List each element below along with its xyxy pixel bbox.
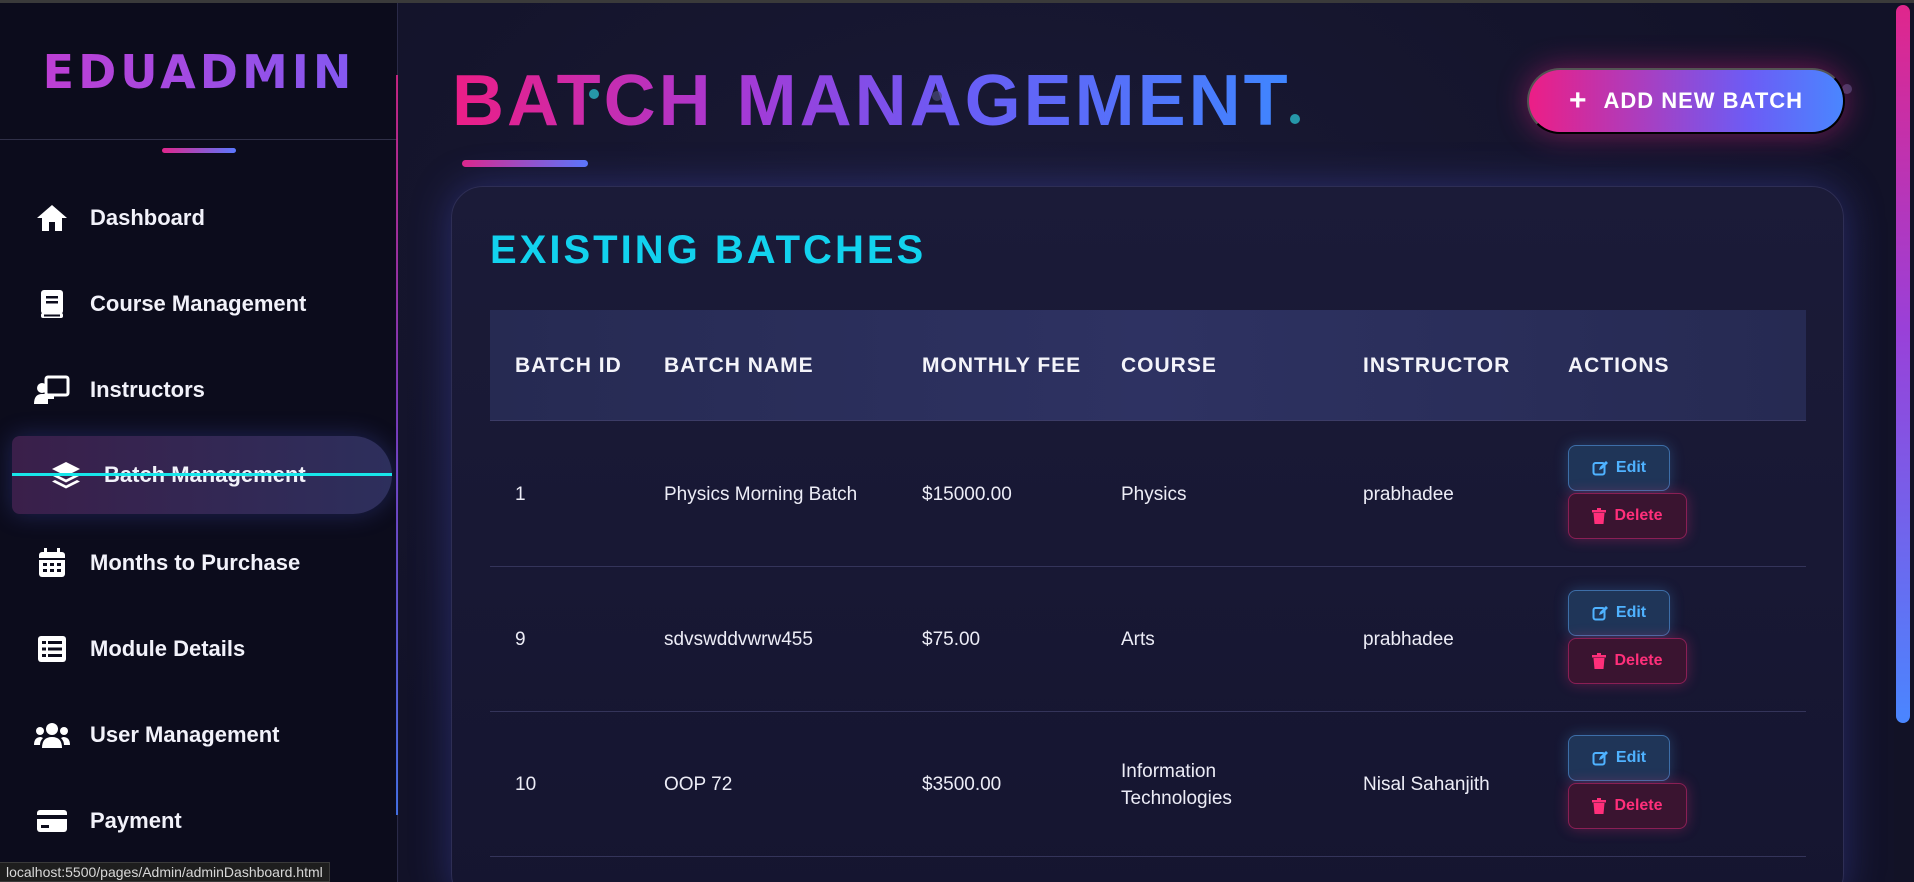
sidebar-item-payment[interactable]: Payment [12, 782, 392, 860]
sidebar-item-label: User Management [90, 722, 280, 747]
column-header-actions: ACTIONS [1568, 353, 1670, 377]
cell-instructor: prabhadee [1363, 629, 1454, 650]
chalkboard-teacher-icon [34, 372, 70, 408]
cell-instructor: prabhadee [1363, 484, 1454, 505]
cell-instructor: Nisal Sahanjith [1363, 774, 1490, 795]
sidebar-item-label: Module Details [90, 636, 246, 661]
trash-icon [1592, 508, 1607, 524]
list-table-icon [34, 631, 70, 667]
edit-icon [1592, 751, 1608, 766]
edit-button[interactable]: Edit [1568, 590, 1670, 636]
edit-button[interactable]: Edit [1568, 445, 1670, 491]
status-bar-url: localhost:5500/pages/Admin/adminDashboar… [0, 862, 330, 882]
scrollbar-thumb[interactable] [1896, 5, 1910, 723]
cell-course: Information Technologies [1121, 760, 1232, 809]
cell-batch-name: OOP 72 [664, 774, 733, 795]
column-header-instructor: INSTRUCTOR [1363, 353, 1511, 377]
column-header-monthly-fee: MONTHLY FEE [922, 353, 1082, 377]
calendar-icon [34, 545, 70, 581]
brand-underline [162, 148, 236, 153]
table-row: 9 sdvswddvwrw455 $75.00 Arts prabhadee E… [490, 567, 1806, 712]
credit-card-icon [34, 803, 70, 839]
edit-label: Edit [1615, 459, 1647, 476]
users-icon [34, 717, 70, 753]
decorative-dot [589, 89, 599, 99]
cell-monthly-fee: $15000.00 [922, 484, 1012, 505]
sidebar-item-instructors[interactable]: Instructors [12, 351, 392, 429]
decorative-dot [1290, 114, 1300, 124]
column-header-batch-name: BATCH NAME [664, 353, 814, 377]
edit-icon [1592, 461, 1608, 476]
book-icon [34, 286, 70, 322]
cell-monthly-fee: $3500.00 [922, 774, 1002, 795]
cell-batch-id: 9 [515, 629, 526, 650]
title-underline [462, 160, 588, 167]
brand-divider [0, 139, 398, 140]
cell-batch-id: 10 [515, 774, 537, 795]
table-header: BATCH ID BATCH NAME MONTHLY FEE COURSE I… [490, 310, 1806, 421]
cell-course: Arts [1121, 629, 1155, 650]
plus-icon: + [1568, 84, 1588, 117]
decorative-dot [932, 91, 942, 101]
column-header-batch-id: BATCH ID [515, 353, 622, 377]
table-row: 10 OOP 72 $3500.00 Information Technolog… [490, 712, 1806, 857]
sidebar-item-module-details[interactable]: Module Details [12, 610, 392, 688]
sidebar-item-dashboard[interactable]: Dashboard [12, 179, 392, 257]
edit-icon [1592, 606, 1608, 621]
cell-monthly-fee: $75.00 [922, 629, 981, 650]
delete-button[interactable]: Delete [1568, 783, 1687, 829]
page-title: BATCH MANAGEMENT [452, 61, 1291, 141]
sidebar-accent-line [396, 75, 398, 815]
cell-batch-name: sdvswddvwrw455 [664, 629, 813, 650]
home-icon [34, 200, 70, 236]
delete-label: Delete [1614, 797, 1663, 814]
sidebar-item-course-management[interactable]: Course Management [12, 265, 392, 343]
active-item-highlight-line [12, 473, 392, 476]
sidebar-item-months-to-purchase[interactable]: Months to Purchase [12, 524, 392, 602]
edit-label: Edit [1615, 604, 1647, 621]
add-new-batch-label: ADD NEW BATCH [1603, 88, 1804, 113]
sidebar-item-label: Dashboard [90, 205, 205, 230]
sidebar-item-label: Instructors [90, 377, 205, 402]
sidebar-item-user-management[interactable]: User Management [12, 696, 392, 774]
table-row: 1 Physics Morning Batch $15000.00 Physic… [490, 422, 1806, 567]
cell-batch-id: 1 [515, 484, 526, 505]
column-header-course: COURSE [1121, 353, 1217, 377]
section-title: EXISTING BATCHES [490, 228, 927, 272]
brand-logo[interactable]: EDUADMIN [0, 45, 398, 99]
cell-batch-name: Physics Morning Batch [664, 484, 858, 505]
trash-icon [1592, 653, 1607, 669]
edit-button[interactable]: Edit [1568, 735, 1670, 781]
delete-button[interactable]: Delete [1568, 638, 1687, 684]
delete-button[interactable]: Delete [1568, 493, 1687, 539]
sidebar-item-label: Months to Purchase [90, 550, 301, 575]
sidebar-item-label: Course Management [90, 291, 307, 316]
trash-icon [1592, 798, 1607, 814]
add-new-batch-button[interactable]: + ADD NEW BATCH [1527, 68, 1845, 134]
sidebar-item-label: Payment [90, 808, 182, 833]
cell-course: Physics [1121, 484, 1187, 505]
delete-label: Delete [1614, 507, 1663, 524]
delete-label: Delete [1614, 652, 1663, 669]
edit-label: Edit [1615, 749, 1647, 766]
